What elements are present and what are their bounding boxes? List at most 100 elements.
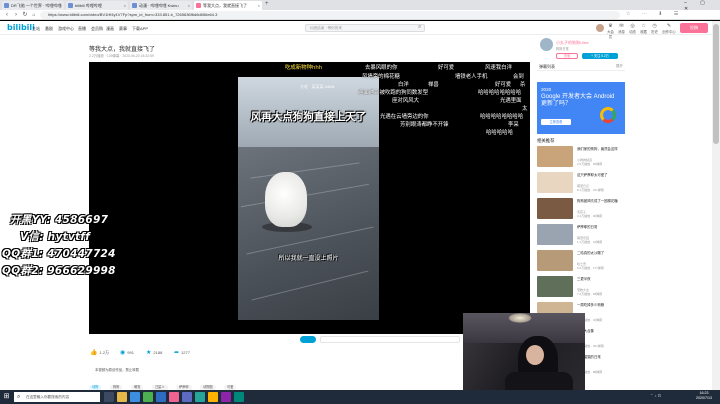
file-explorer-icon[interactable] bbox=[117, 392, 127, 402]
video-ground bbox=[238, 147, 379, 320]
recommend-item[interactable]: 我们家的狗狗，竟然会这样 小狗狗频道 2.5万播放 · 56弹幕 bbox=[537, 146, 625, 168]
taskbar-clock[interactable]: 16:23 2020/7/13 bbox=[690, 391, 718, 401]
webcam-person-face bbox=[526, 345, 544, 365]
recommend-item[interactable]: 狗狗被风吹成了一团棉花糖 毛孩子 3.2万播放 · 90弹幕 bbox=[537, 198, 625, 220]
app-icon[interactable] bbox=[221, 392, 231, 402]
search-icon[interactable]: ⌕ bbox=[418, 24, 421, 31]
uploader-desc: 狗狗日常 bbox=[556, 47, 569, 51]
nav-item[interactable]: 直播 bbox=[78, 26, 86, 32]
ad-button[interactable]: 立即查看 bbox=[541, 119, 571, 125]
browser-tab[interactable]: 动漫 · 哔哩哔哩 Kwinu × bbox=[130, 1, 192, 10]
uploader-avatar[interactable] bbox=[540, 38, 553, 51]
message-icon[interactable]: ✉ 消息 bbox=[617, 24, 626, 35]
feed-icon[interactable]: ◎ 动态 bbox=[628, 24, 637, 35]
close-icon[interactable]: × bbox=[60, 1, 62, 10]
recommend-thumbnail bbox=[537, 172, 573, 193]
site-logo[interactable]: bilibili bbox=[7, 23, 35, 32]
forward-icon[interactable]: › bbox=[12, 11, 20, 19]
danmaku-input[interactable] bbox=[320, 336, 460, 343]
nav-item[interactable]: 赛事 bbox=[119, 26, 127, 32]
nav-item[interactable]: 番剧 bbox=[45, 26, 53, 32]
like-button[interactable]: 👍 1.2万 bbox=[90, 349, 109, 356]
close-icon[interactable]: × bbox=[124, 1, 126, 10]
like-icon: 👍 bbox=[90, 350, 98, 356]
video-title: 等我大点，我就直接飞了 bbox=[89, 47, 156, 53]
tab-label: bilibili 哔哩哔哩 bbox=[75, 3, 102, 8]
danmaku: 哈哈哈哈哈 bbox=[486, 130, 513, 136]
danmaku-toggle[interactable] bbox=[300, 336, 316, 343]
task-view-icon[interactable] bbox=[104, 392, 114, 402]
recommend-title: 我们家的狗狗，竟然会这样 bbox=[577, 147, 618, 151]
close-icon[interactable]: × bbox=[188, 1, 190, 10]
overlay-text: QQ群1: 470447724 bbox=[2, 248, 116, 260]
post-button[interactable]: 投稿 bbox=[680, 23, 708, 33]
nav-item[interactable]: 漫画 bbox=[106, 26, 114, 32]
danmaku-list-header[interactable]: 弹幕列表 展开 bbox=[537, 62, 625, 71]
history-icon[interactable]: ◷ 历史 bbox=[650, 24, 659, 35]
reload-icon[interactable]: ↻ bbox=[21, 11, 29, 19]
close-icon[interactable]: × bbox=[258, 1, 260, 10]
recommend-stats: 7.2万播放 · 68弹幕 bbox=[577, 292, 603, 296]
share-count: 1277 bbox=[181, 350, 190, 355]
edge-icon[interactable] bbox=[130, 392, 140, 402]
nav-item[interactable]: 游戏中心 bbox=[58, 26, 74, 32]
coin-button[interactable]: ◉ 991 bbox=[120, 349, 134, 356]
scrollbar-thumb[interactable] bbox=[713, 24, 719, 144]
chrome-icon[interactable] bbox=[143, 392, 153, 402]
home-icon[interactable]: ⌂ bbox=[30, 11, 38, 19]
windows-start-icon[interactable]: ⊞ bbox=[2, 392, 11, 402]
video-description: 本视频为原创作品，禁止转载 bbox=[95, 368, 140, 372]
tab-favicon-icon bbox=[196, 3, 201, 8]
nav-item[interactable]: 下载APP bbox=[132, 26, 148, 32]
extension-icons[interactable]: ☆ ⋯ ⬇ ☰ bbox=[626, 11, 683, 17]
browser-tab[interactable]: bilibili 哔哩哔哩 × bbox=[66, 1, 128, 10]
danmaku: 好可爱 bbox=[495, 82, 512, 88]
recommend-title: 一周吃掉多少狗粮 bbox=[577, 303, 605, 307]
vip-icon[interactable]: ♛ 大会员 bbox=[606, 24, 615, 40]
follow-button[interactable]: + 关注 5.2万 bbox=[582, 53, 618, 59]
share-icon: ➦ bbox=[174, 350, 180, 356]
app-icon[interactable] bbox=[234, 392, 244, 402]
dog bbox=[265, 172, 307, 227]
recommend-item[interactable]: 二哈真的太沙雕了 哈士奇 5.6万播放 · 177弹幕 bbox=[537, 250, 625, 272]
folder-icon[interactable] bbox=[208, 392, 218, 402]
recommend-stats: 3.2万播放 · 90弹幕 bbox=[577, 214, 603, 218]
browser-tab-active[interactable]: 等我大点，我就直接飞了 × bbox=[194, 1, 262, 10]
tab-label: 等我大点，我就直接飞了 bbox=[203, 3, 247, 8]
search-input[interactable]: 仙宫结束 · 等你的来 bbox=[305, 24, 425, 32]
recommend-item[interactable]: 这只萨摩耶太可爱了 萌宠日记 8.1万播放 · 221弹幕 bbox=[537, 172, 625, 194]
danmaku-list-expand[interactable]: 展开 bbox=[616, 62, 623, 71]
icon-label: 创作中心 bbox=[662, 30, 676, 34]
danmaku: 光遇在云墙旁边的你 bbox=[380, 114, 429, 120]
recommend-item[interactable]: 萨摩耶的日常 萌宠乐园 1.1万播放 · 43弹幕 bbox=[537, 224, 625, 246]
wechat-icon[interactable] bbox=[195, 392, 205, 402]
star-icon[interactable]: ☆ 收藏 bbox=[639, 24, 648, 35]
nav-item[interactable]: 主站 bbox=[32, 26, 40, 32]
bilibili-app-icon[interactable] bbox=[169, 392, 179, 402]
danmaku: 杀 bbox=[520, 82, 526, 88]
recommend-stats: 8.1万播放 · 221弹幕 bbox=[577, 188, 604, 192]
favorite-button[interactable]: ★ 2188 bbox=[146, 349, 162, 356]
taskbar-search[interactable]: ⌕ 在这里输入你要搜索的内容 bbox=[14, 392, 100, 402]
tray-icons[interactable]: ⌃ ♪ ⊡ bbox=[650, 393, 661, 398]
webcam-lamp bbox=[508, 313, 532, 323]
back-icon[interactable]: ‹ bbox=[3, 11, 11, 19]
recommend-title: 狗狗被风吹成了一团棉花糖 bbox=[577, 199, 618, 203]
recommend-item[interactable]: 三更半夜 宠物大全 7.2万播放 · 68弹幕 bbox=[537, 276, 625, 298]
new-tab-icon[interactable]: + bbox=[265, 1, 269, 7]
avatar[interactable] bbox=[596, 24, 604, 32]
share-button[interactable]: ➦ 1277 bbox=[174, 349, 190, 356]
danmaku: 风速我白洋 bbox=[485, 65, 512, 71]
store-icon[interactable] bbox=[156, 392, 166, 402]
obs-icon[interactable] bbox=[182, 392, 192, 402]
ad-title: Google 开发者大会 Android 更新了吗？ bbox=[541, 94, 615, 107]
danmaku: 哈哈哈哈哈哈哈哈 bbox=[478, 90, 522, 96]
creator-icon[interactable]: ✎ 创作中心 bbox=[662, 24, 676, 35]
browser-tab[interactable]: DR飞驰 一个世界 · 哔哩哔哩 × bbox=[2, 1, 64, 10]
overlay-text: V信: hytvtff bbox=[20, 231, 91, 243]
address-bar[interactable]: https://www.bilibili.com/video/BV1Hf4y1V… bbox=[40, 11, 620, 19]
danmaku: 李采 bbox=[508, 122, 519, 128]
charge-button[interactable]: 充电 bbox=[556, 53, 578, 59]
nav-item[interactable]: 会员购 bbox=[91, 26, 103, 32]
overlay-text: 开黑YY: 4586697 bbox=[10, 214, 109, 226]
